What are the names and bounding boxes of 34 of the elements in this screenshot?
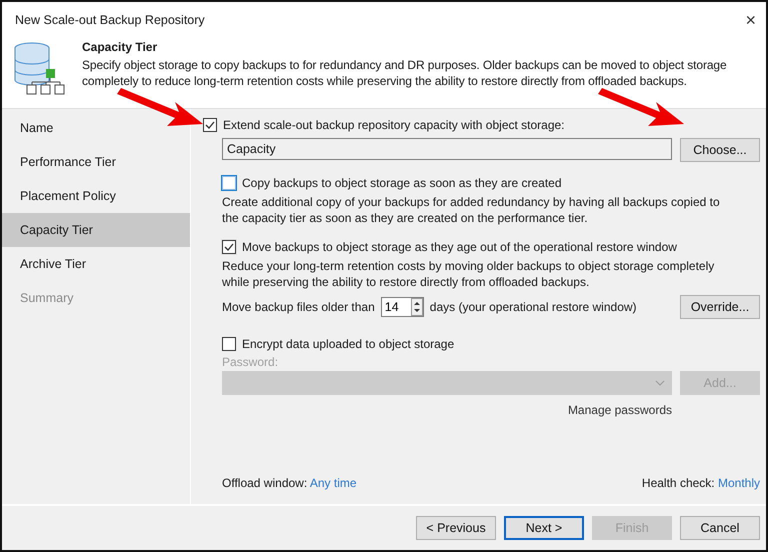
days-spinner[interactable]: 14 [380,297,424,317]
offload-window-link[interactable]: Any time [310,476,357,490]
checkbox[interactable] [203,118,217,132]
repository-field[interactable]: Capacity [222,138,672,160]
page-title: Capacity Tier [82,40,158,54]
choose-button[interactable]: Choose... [680,138,760,162]
checkbox[interactable] [222,337,236,351]
wizard-step[interactable]: Capacity Tier [2,213,190,247]
retention-label: Move backup files older than [222,300,375,314]
checkbox-label: Copy backups to object storage as soon as they are created [242,176,562,190]
chevron-down-icon [655,380,665,386]
wizard-button[interactable]: < Previous [416,516,496,540]
wizard-step[interactable]: Performance Tier [2,145,190,179]
checkbox-label: Extend scale-out backup repository capacity with object storage: [223,118,565,132]
wizard-step[interactable]: Archive Tier [2,247,190,281]
window-title: New Scale-out Backup Repository [15,13,205,27]
wizard-button[interactable]: Next > [504,516,584,540]
days-input[interactable]: 14 [382,299,409,315]
checkbox-label: Move backups to object storage as they age out of the operational restore window [242,240,677,254]
offload-window-setting: Offload window: Any time [222,476,357,490]
override-button[interactable]: Override... [680,295,760,319]
wizard-button[interactable]: Cancel [680,516,760,540]
page-description: Specify object storage to copy backups to for redundancy and DR purposes. Older backups can be moved to object storage completely to reduce long-term retention costs while preserving the ability to restore directly from offloaded backups. [82,57,728,89]
checkbox-label: Encrypt data uploaded to object storage [242,337,454,351]
option-description: Reduce your long-term retention costs by moving older backups to object storage completely while preserving the ability to restore directly from offloaded backups. [222,258,716,290]
close-button[interactable]: × [741,10,760,30]
retention-suffix: days (your operational restore window) [430,300,637,314]
password-label: Password: [222,355,280,369]
health-check-link[interactable]: Monthly [718,476,760,490]
wizard-step[interactable]: Placement Policy [2,179,190,213]
health-check-setting: Health check: Monthly [642,476,760,490]
manage-passwords-link[interactable]: Manage passwords [568,403,672,417]
option-description: Create additional copy of your backups for added redundancy by having all backups copied to the capacity tier as soon as they are created on the performance tier. [222,194,721,226]
spinner-arrows-icon[interactable] [410,298,423,316]
